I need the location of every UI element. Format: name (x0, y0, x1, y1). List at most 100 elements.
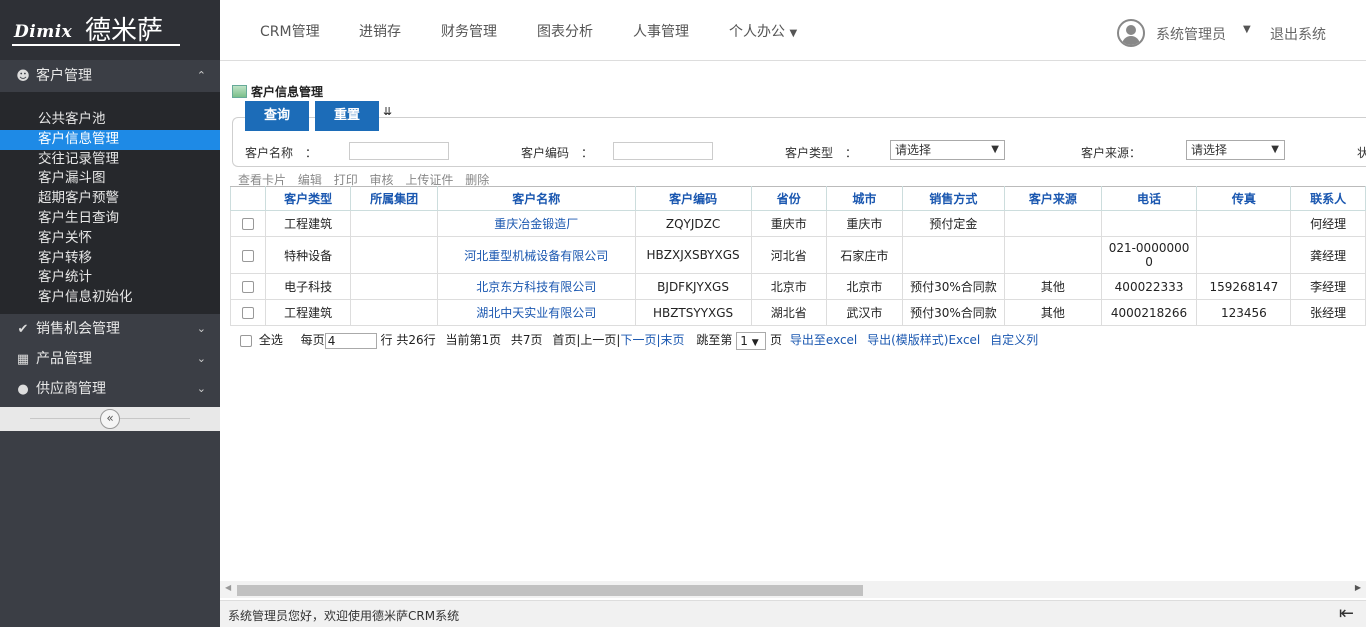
scrollbar-thumb[interactable] (237, 585, 863, 596)
header-customer-code[interactable]: 客户编码 (634, 186, 752, 211)
cell-name-link[interactable]: 湖北中天实业有限公司 (436, 299, 636, 326)
filter-code-label: 客户编码 ： (521, 146, 594, 160)
logout-link[interactable]: 退出系统 (1270, 24, 1326, 44)
cell-province: 湖北省 (750, 299, 828, 326)
cell-code: ZQYJDZC (634, 210, 752, 237)
export-template-excel-link[interactable]: 导出(模版样式)Excel (867, 333, 980, 347)
cell-province: 北京市 (750, 273, 828, 300)
header-phone[interactable]: 电话 (1100, 186, 1198, 211)
export-excel-link[interactable]: 导出至excel (790, 333, 857, 347)
menu-product-label: 产品管理 (36, 350, 92, 367)
view-card-button[interactable]: 查看卡片 (238, 173, 286, 187)
row-checkbox[interactable] (241, 218, 254, 230)
cell-name-link[interactable]: 重庆冶金锻造厂 (436, 210, 636, 237)
menu-customer-management[interactable]: ☻ 客户管理 ⌃ (0, 61, 220, 91)
avatar (1117, 19, 1145, 47)
header-contact[interactable]: 联系人 (1290, 186, 1366, 211)
sidebar-item-public-pool[interactable]: 公共客户池 (0, 110, 220, 130)
cell-name-link[interactable]: 河北重型机械设备有限公司 (436, 236, 636, 274)
nav-crm[interactable]: CRM管理 (260, 21, 320, 41)
customer-code-input[interactable] (613, 142, 713, 160)
customer-source-select[interactable]: 请选择 ▼ (1186, 140, 1285, 160)
sidebar-item-birthday-query[interactable]: 客户生日查询 (0, 209, 220, 229)
print-button[interactable]: 打印 (334, 173, 358, 187)
sidebar-item-customer-stats[interactable]: 客户统计 (0, 268, 220, 288)
delete-button[interactable]: 删除 (465, 173, 489, 187)
sidebar-item-funnel[interactable]: 客户漏斗图 (0, 169, 220, 189)
scroll-right-icon[interactable]: ▶ (1355, 583, 1361, 592)
custom-columns-link[interactable]: 自定义列 (990, 333, 1038, 347)
header-group[interactable]: 所属集团 (350, 186, 438, 211)
filter-status-label: 状 (1357, 146, 1366, 160)
approve-button[interactable]: 审核 (370, 173, 394, 187)
customer-name-input[interactable] (349, 142, 449, 160)
query-button[interactable]: 查询 (245, 101, 309, 131)
menu-sales-opportunity[interactable]: ✔ 销售机会管理 ⌄ (0, 314, 220, 344)
caret-down-icon: ▼ (1243, 24, 1251, 35)
reset-button[interactable]: 重置 (315, 101, 379, 131)
row-checkbox[interactable] (241, 307, 254, 319)
cell-name-link[interactable]: 北京东方科技有限公司 (436, 273, 636, 300)
upload-certificate-button[interactable]: 上传证件 (405, 173, 453, 187)
header-customer-type[interactable]: 客户类型 (264, 186, 352, 211)
page-title: 客户信息管理 (232, 83, 323, 100)
header-province[interactable]: 省份 (750, 186, 828, 211)
exit-icon[interactable]: ⇤ (1339, 603, 1354, 624)
sidebar-item-customer-info[interactable]: 客户信息管理 (0, 129, 220, 150)
first-prev-links[interactable]: 首页|上一页| (552, 333, 620, 347)
jump-page-select[interactable]: 1 ▼ (736, 331, 767, 350)
sidebar-item-info-init[interactable]: 客户信息初始化 (0, 288, 220, 308)
cell-phone: 400022333 (1100, 273, 1198, 300)
cell-code: HBZTSYYXGS (634, 299, 752, 326)
sidebar-item-overdue-warning[interactable]: 超期客户预警 (0, 189, 220, 209)
expand-filters-icon[interactable]: ⇊ (383, 105, 392, 118)
user-name: 系统管理员 (1156, 27, 1226, 43)
scroll-left-icon[interactable]: ◀ (225, 583, 231, 592)
header-sales-method[interactable]: 销售方式 (901, 186, 1006, 211)
horizontal-scrollbar[interactable]: ◀ ▶ (220, 581, 1366, 598)
menu-product-management[interactable]: ▦ 产品管理 ⌄ (0, 344, 220, 374)
cell-contact: 张经理 (1290, 299, 1366, 326)
sidebar-item-customer-care[interactable]: 客户关怀 (0, 229, 220, 249)
sidebar-item-customer-transfer[interactable]: 客户转移 (0, 249, 220, 269)
customer-type-value: 请选择 (895, 143, 932, 157)
cell-source (1004, 236, 1102, 274)
header-city[interactable]: 城市 (826, 186, 903, 211)
row-checkbox[interactable] (241, 249, 254, 262)
header-customer-name[interactable]: 客户名称 (436, 186, 636, 211)
cell-sales: 预付30%合同款 (901, 299, 1006, 326)
cell-sales: 预付定金 (901, 210, 1006, 237)
row-checkbox[interactable] (241, 281, 254, 293)
row-checkbox-cell (230, 236, 266, 274)
sidebar-item-contact-records[interactable]: 交往记录管理 (0, 150, 220, 170)
customer-type-select[interactable]: 请选择 ▼ (890, 140, 1005, 160)
next-page-link[interactable]: 下一页 (620, 333, 656, 347)
chevron-down-icon: ⌄ (196, 381, 206, 395)
user-icon: ● (17, 381, 29, 397)
collapse-sidebar-button[interactable]: « (100, 409, 120, 429)
header-checkbox (230, 186, 266, 211)
nav-inventory[interactable]: 进销存 (359, 21, 401, 41)
nav-charts[interactable]: 图表分析 (537, 21, 593, 41)
total-pages-text: 共7页 (510, 333, 543, 347)
cell-source (1004, 210, 1102, 237)
last-page-link[interactable]: 末页 (661, 333, 685, 347)
jump-page-value: 1 (740, 333, 748, 348)
edit-button[interactable]: 编辑 (298, 173, 322, 187)
cell-group (350, 210, 438, 237)
header-fax[interactable]: 传真 (1196, 186, 1292, 211)
nav-hr[interactable]: 人事管理 (633, 21, 689, 41)
filter-source-label: 客户来源： (1081, 146, 1142, 160)
table-row: 工程建筑 湖北中天实业有限公司 HBZTSYYXGS 湖北省 武汉市 预付30%… (230, 299, 1366, 326)
menu-supplier-management[interactable]: ● 供应商管理 ⌄ (0, 374, 220, 404)
sidebar: Dimix 德米萨 ☻ 客户管理 ⌃ 公共客户池 客户信息管理 交往记录管理 客户… (0, 0, 220, 627)
customer-table: 客户类型 所属集团 客户名称 客户编码 省份 城市 销售方式 客户来源 电话 传… (230, 186, 1366, 326)
nav-finance[interactable]: 财务管理 (441, 21, 497, 41)
select-all-checkbox[interactable] (240, 334, 252, 347)
table-header-row: 客户类型 所属集团 客户名称 客户编码 省份 城市 销售方式 客户来源 电话 传… (230, 186, 1366, 211)
row-checkbox-cell (230, 299, 266, 326)
per-page-input[interactable]: 4 (324, 332, 377, 349)
page-icon (232, 85, 247, 98)
nav-personal-office[interactable]: 个人办公 ▼ (729, 21, 797, 41)
header-source[interactable]: 客户来源 (1004, 186, 1102, 211)
